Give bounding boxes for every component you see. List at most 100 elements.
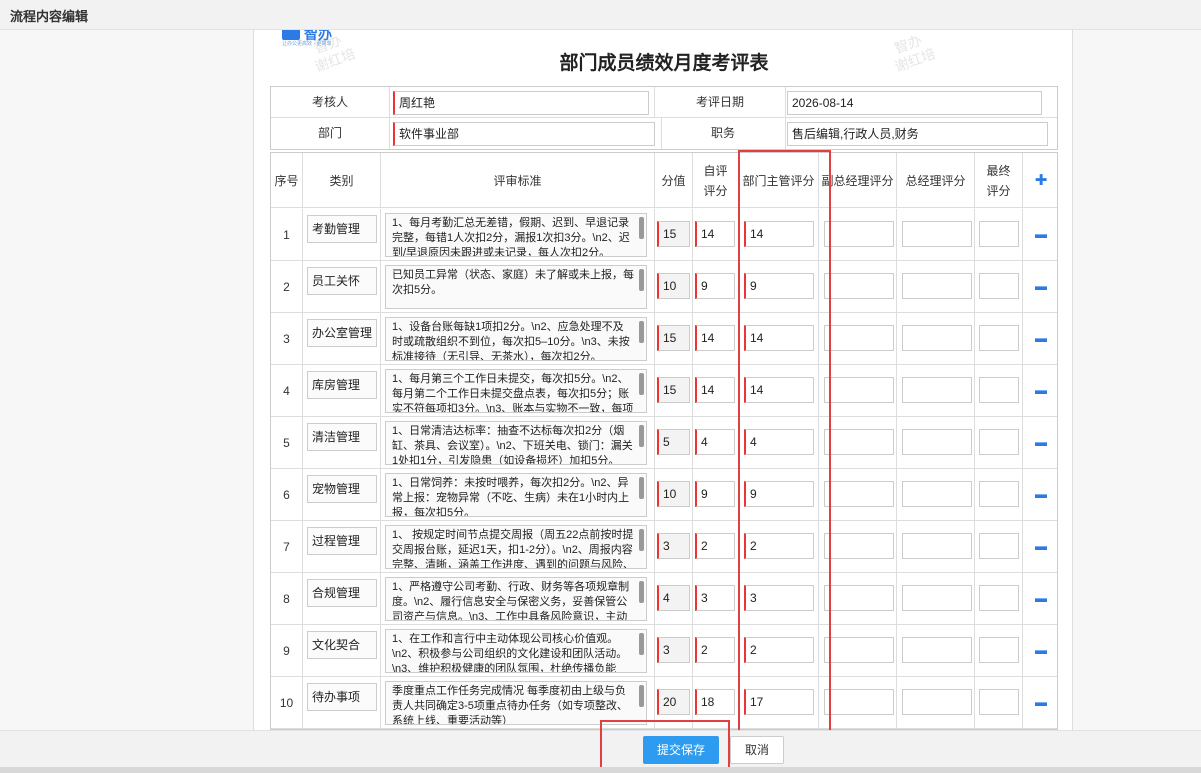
textarea-scrollbar[interactable]	[639, 217, 644, 239]
textarea-scrollbar[interactable]	[639, 477, 644, 499]
remove-row-icon[interactable]: ▬	[1035, 325, 1047, 351]
final-score-field[interactable]	[979, 637, 1019, 663]
self-score-field[interactable]: 2	[695, 533, 735, 559]
category-field[interactable]: 待办事项	[307, 683, 377, 711]
gm-score-field[interactable]	[902, 377, 972, 403]
self-score-field[interactable]: 9	[695, 481, 735, 507]
remove-row-icon[interactable]: ▬	[1035, 481, 1047, 507]
standard-textarea[interactable]: 1、严格遵守公司考勤、行政、财务等各项规章制度。\n2、履行信息安全与保密义务，…	[385, 577, 647, 621]
standard-textarea[interactable]: 已知员工异常（状态、家庭）未了解或未上报，每次扣5分。	[385, 265, 647, 309]
remove-row-icon[interactable]: ▬	[1035, 221, 1047, 247]
textarea-scrollbar[interactable]	[639, 321, 644, 343]
textarea-scrollbar[interactable]	[639, 581, 644, 603]
textarea-scrollbar[interactable]	[639, 685, 644, 707]
final-score-field[interactable]	[979, 689, 1019, 715]
category-field[interactable]: 员工关怀	[307, 267, 377, 295]
position-field[interactable]: 售后编辑,行政人员,财务	[787, 122, 1048, 146]
textarea-scrollbar[interactable]	[639, 425, 644, 447]
gm-score-field[interactable]	[902, 637, 972, 663]
remove-row-icon[interactable]: ▬	[1035, 533, 1047, 559]
standard-textarea[interactable]: 1、每月考勤汇总无差错，假期、迟到、早退记录完整，每错1人次扣2分，漏报1次扣3…	[385, 213, 647, 257]
self-score-field[interactable]: 9	[695, 273, 735, 299]
reviewer-field[interactable]: 周红艳	[393, 91, 649, 115]
score-field[interactable]: 5	[657, 429, 690, 455]
dept-manager-score-field[interactable]: 3	[744, 585, 814, 611]
final-score-field[interactable]	[979, 221, 1019, 247]
category-field[interactable]: 过程管理	[307, 527, 377, 555]
horizontal-scrollbar[interactable]	[0, 767, 1201, 773]
final-score-field[interactable]	[979, 273, 1019, 299]
self-score-field[interactable]: 14	[695, 221, 735, 247]
category-field[interactable]: 文化契合	[307, 631, 377, 659]
self-score-field[interactable]: 18	[695, 689, 735, 715]
deputy-gm-score-field[interactable]	[824, 481, 894, 507]
date-field[interactable]: 2026-08-14	[787, 91, 1042, 115]
category-field[interactable]: 清洁管理	[307, 423, 377, 451]
deputy-gm-score-field[interactable]	[824, 325, 894, 351]
gm-score-field[interactable]	[902, 221, 972, 247]
submit-button[interactable]: 提交保存	[643, 736, 719, 764]
remove-row-icon[interactable]: ▬	[1035, 429, 1047, 455]
self-score-field[interactable]: 14	[695, 325, 735, 351]
deputy-gm-score-field[interactable]	[824, 429, 894, 455]
score-field[interactable]: 4	[657, 585, 690, 611]
dept-manager-score-field[interactable]: 14	[744, 221, 814, 247]
deputy-gm-score-field[interactable]	[824, 533, 894, 559]
gm-score-field[interactable]	[902, 325, 972, 351]
gm-score-field[interactable]	[902, 429, 972, 455]
standard-textarea[interactable]: 1、日常清洁达标率：抽查不达标每次扣2分（烟缸、茶具、会议室）。\n2、下班关电…	[385, 421, 647, 465]
deputy-gm-score-field[interactable]	[824, 377, 894, 403]
cancel-button[interactable]: 取消	[730, 736, 784, 764]
standard-textarea[interactable]: 季度重点工作任务完成情况 每季度初由上级与负责人共同确定3-5项重点待办任务（如…	[385, 681, 647, 725]
deputy-gm-score-field[interactable]	[824, 273, 894, 299]
gm-score-field[interactable]	[902, 533, 972, 559]
gm-score-field[interactable]	[902, 481, 972, 507]
score-field[interactable]: 3	[657, 637, 690, 663]
score-field[interactable]: 15	[657, 377, 690, 403]
dept-manager-score-field[interactable]: 14	[744, 325, 814, 351]
textarea-scrollbar[interactable]	[639, 373, 644, 395]
deputy-gm-score-field[interactable]	[824, 585, 894, 611]
add-row-icon[interactable]: ✚	[1023, 153, 1057, 208]
score-field[interactable]: 15	[657, 221, 690, 247]
dept-field[interactable]: 软件事业部	[393, 122, 655, 146]
remove-row-icon[interactable]: ▬	[1035, 273, 1047, 299]
deputy-gm-score-field[interactable]	[824, 689, 894, 715]
dept-manager-score-field[interactable]: 17	[744, 689, 814, 715]
category-field[interactable]: 库房管理	[307, 371, 377, 399]
category-field[interactable]: 合规管理	[307, 579, 377, 607]
remove-row-icon[interactable]: ▬	[1035, 585, 1047, 611]
gm-score-field[interactable]	[902, 689, 972, 715]
final-score-field[interactable]	[979, 429, 1019, 455]
standard-textarea[interactable]: 1、在工作和言行中主动体现公司核心价值观。\n2、积极参与公司组织的文化建设和团…	[385, 629, 647, 673]
dept-manager-score-field[interactable]: 9	[744, 481, 814, 507]
textarea-scrollbar[interactable]	[639, 633, 644, 655]
remove-row-icon[interactable]: ▬	[1035, 689, 1047, 715]
textarea-scrollbar[interactable]	[639, 529, 644, 551]
standard-textarea[interactable]: 1、设备台账每缺1项扣2分。\n2、应急处理不及时或疏散组织不到位，每次扣5–1…	[385, 317, 647, 361]
gm-score-field[interactable]	[902, 585, 972, 611]
gm-score-field[interactable]	[902, 273, 972, 299]
self-score-field[interactable]: 14	[695, 377, 735, 403]
score-field[interactable]: 15	[657, 325, 690, 351]
dept-manager-score-field[interactable]: 14	[744, 377, 814, 403]
dept-manager-score-field[interactable]: 9	[744, 273, 814, 299]
remove-row-icon[interactable]: ▬	[1035, 377, 1047, 403]
self-score-field[interactable]: 4	[695, 429, 735, 455]
deputy-gm-score-field[interactable]	[824, 637, 894, 663]
self-score-field[interactable]: 3	[695, 585, 735, 611]
final-score-field[interactable]	[979, 325, 1019, 351]
final-score-field[interactable]	[979, 481, 1019, 507]
standard-textarea[interactable]: 1、 按规定时间节点提交周报（周五22点前按时提交周报台账，延迟1天，扣1-2分…	[385, 525, 647, 569]
category-field[interactable]: 办公室管理	[307, 319, 377, 347]
score-field[interactable]: 10	[657, 273, 690, 299]
category-field[interactable]: 宠物管理	[307, 475, 377, 503]
deputy-gm-score-field[interactable]	[824, 221, 894, 247]
score-field[interactable]: 3	[657, 533, 690, 559]
dept-manager-score-field[interactable]: 2	[744, 637, 814, 663]
score-field[interactable]: 10	[657, 481, 690, 507]
score-field[interactable]: 20	[657, 689, 690, 715]
final-score-field[interactable]	[979, 585, 1019, 611]
standard-textarea[interactable]: 1、每月第三个工作日未提交，每次扣5分。\n2、每月第二个工作日未提交盘点表，每…	[385, 369, 647, 413]
dept-manager-score-field[interactable]: 2	[744, 533, 814, 559]
